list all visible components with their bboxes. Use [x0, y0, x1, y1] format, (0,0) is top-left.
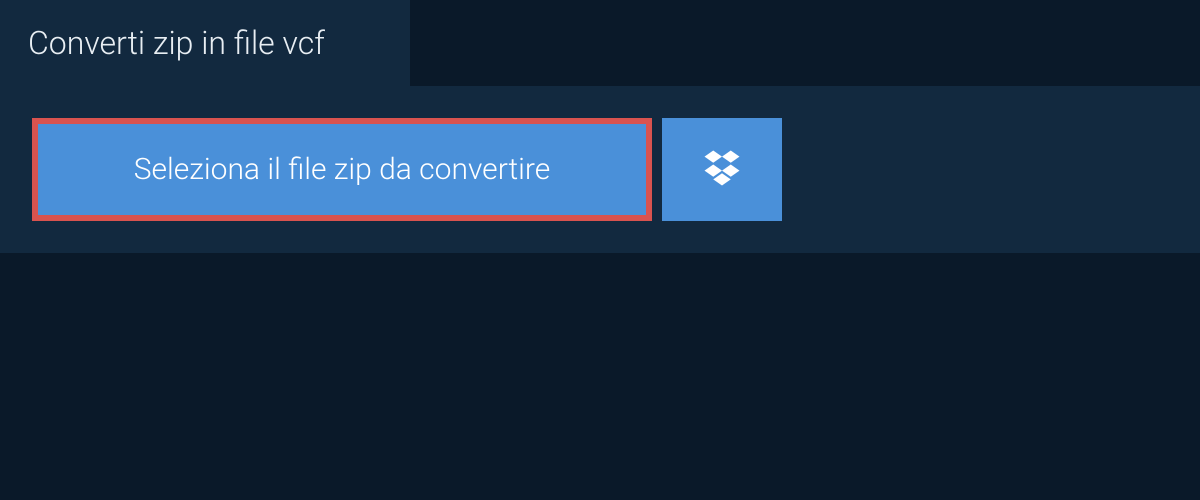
- tab-title: Converti zip in file vcf: [0, 0, 410, 86]
- dropbox-icon: [701, 147, 743, 193]
- upload-panel: Seleziona il file zip da convertire: [0, 86, 1200, 253]
- select-file-button[interactable]: Seleziona il file zip da convertire: [32, 118, 652, 221]
- dropbox-button[interactable]: [662, 118, 782, 221]
